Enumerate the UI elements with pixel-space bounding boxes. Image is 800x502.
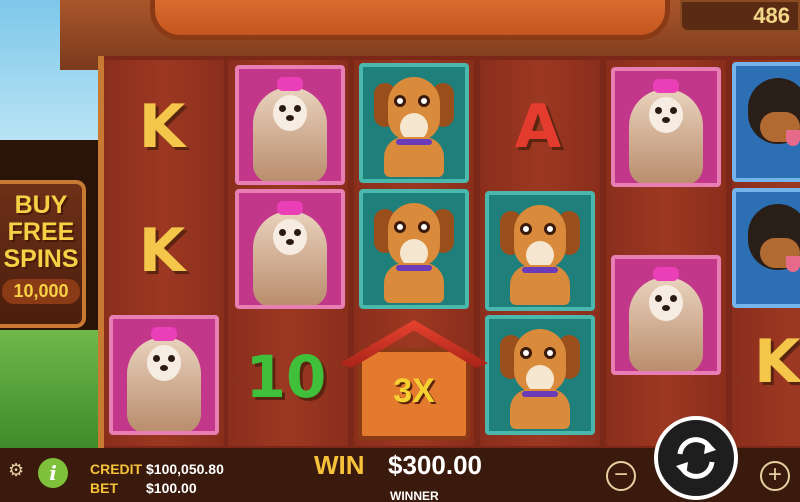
shih-tzu-card: [235, 189, 345, 309]
shih-tzu-card: [235, 65, 345, 185]
rottweiler-card: [732, 62, 800, 182]
buy-free-spins-button[interactable]: BUY FREE SPINS 10,000: [0, 180, 86, 328]
bet-label: BET: [90, 480, 118, 496]
shih-tzu-card: [611, 255, 721, 375]
shih-tzu-dog-icon: [629, 79, 703, 183]
symbol-rottweiler: [732, 62, 800, 184]
beagle-dog-icon: [366, 73, 462, 179]
spin-icon: [676, 437, 716, 479]
buy-label: BUY: [14, 191, 68, 219]
plus-icon[interactable]: +: [760, 461, 790, 491]
symbol-beagle: [482, 314, 598, 436]
credit-value: $100,050.80: [146, 461, 224, 477]
beagle-card: [359, 63, 469, 183]
symbol-beagle: [356, 62, 472, 184]
credit-display: CREDIT $100,050.80: [90, 461, 224, 477]
buy-price: 10,000: [2, 279, 80, 304]
shih-tzu-card: [611, 67, 721, 187]
bet-value: $100.00: [146, 480, 197, 496]
symbol-k-letter: K: [138, 216, 186, 286]
symbol-k: K: [104, 66, 220, 188]
multiplier-value: 3X: [393, 372, 435, 410]
info-icon[interactable]: i: [38, 458, 68, 488]
symbol-shih-tzu: [232, 64, 348, 186]
rottweiler-card: [732, 188, 800, 308]
symbol-shih-tzu: [106, 314, 222, 436]
gear-icon[interactable]: ⚙: [8, 460, 28, 480]
bet-display: BET $100.00: [90, 480, 197, 496]
symbol-shih-tzu: [232, 188, 348, 310]
winner-text: WINNER: [390, 489, 439, 502]
symbol-10-text: 10: [245, 343, 327, 411]
spin-button[interactable]: [654, 416, 738, 500]
top-counter: 486: [680, 0, 800, 32]
shih-tzu-dog-icon: [253, 201, 327, 305]
beagle-dog-icon: [366, 199, 462, 305]
free-label: FREE: [7, 218, 75, 246]
shih-tzu-dog-icon: [127, 327, 201, 431]
symbol-shih-tzu: [608, 66, 724, 188]
grass-background: [0, 330, 110, 450]
symbol-k: K: [748, 316, 800, 416]
game-scene: 486 K K 10 A K 3X BUY FREE SPINS 10,000 …: [0, 0, 800, 502]
symbol-shih-tzu: [608, 254, 724, 376]
multiplier-dog-house: 3X: [340, 320, 488, 450]
symbol-10: 10: [228, 316, 344, 438]
beagle-card: [485, 315, 595, 435]
title-sign-board: [150, 0, 670, 40]
symbol-beagle: [356, 188, 472, 310]
beagle-dog-icon: [492, 201, 588, 307]
symbol-rottweiler: [732, 188, 800, 310]
win-label: WIN: [314, 450, 365, 480]
symbol-k-letter: K: [754, 327, 800, 397]
spins-label: SPINS: [3, 245, 79, 273]
credit-label: CREDIT: [90, 461, 143, 477]
beagle-dog-icon: [492, 325, 588, 431]
win-value: $300.00: [388, 450, 482, 480]
beagle-card: [359, 189, 469, 309]
rottweiler-dog-icon: [742, 198, 800, 304]
shih-tzu-dog-icon: [629, 267, 703, 371]
symbol-k: K: [104, 190, 220, 312]
rottweiler-dog-icon: [742, 72, 800, 178]
minus-icon[interactable]: −: [606, 461, 636, 491]
shih-tzu-dog-icon: [253, 77, 327, 181]
symbol-beagle: [482, 190, 598, 312]
symbol-k-letter: K: [138, 92, 186, 162]
symbol-a: A: [480, 66, 596, 188]
beagle-card: [485, 191, 595, 311]
shih-tzu-card: [109, 315, 219, 435]
symbol-a-letter: A: [514, 92, 562, 162]
